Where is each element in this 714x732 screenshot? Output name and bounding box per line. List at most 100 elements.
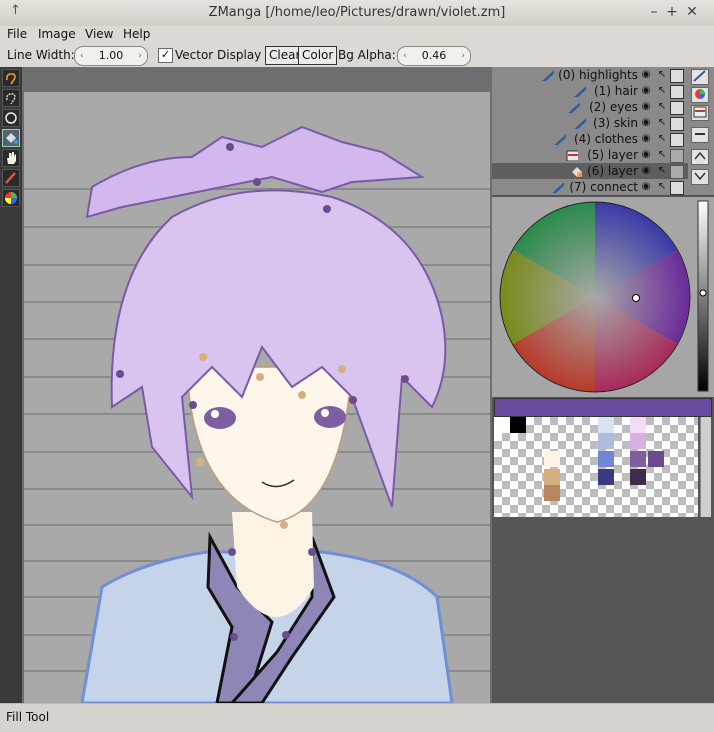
layer-row[interactable]: (3) skin ◉ ↖ — [492, 115, 688, 131]
cursor-icon[interactable]: ↖ — [656, 69, 668, 81]
cursor-icon[interactable]: ↖ — [656, 85, 668, 97]
bg-alpha-spinner[interactable]: ‹ 0.46 › — [397, 46, 471, 66]
layer-row[interactable]: (7) connect ◉ ↖ — [492, 179, 688, 195]
eye-icon[interactable]: ◉ — [640, 133, 652, 145]
eye-icon[interactable]: ◉ — [640, 85, 652, 97]
line-width-value[interactable]: 1.00 — [99, 49, 124, 62]
lock-icon[interactable] — [670, 69, 684, 83]
color-wheel[interactable] — [492, 197, 714, 397]
layer-label: (5) layer — [587, 148, 638, 162]
lock-icon[interactable] — [670, 117, 684, 131]
layer-label: (4) clothes — [573, 132, 638, 146]
eye-icon[interactable]: ◉ — [640, 165, 652, 177]
menu-view[interactable]: View — [85, 27, 113, 41]
layer-row-selected[interactable]: (6) layer ◉ ↖ — [492, 163, 688, 179]
spin-right-icon[interactable]: › — [461, 47, 465, 65]
palette-swatch[interactable] — [544, 485, 560, 501]
hand-tool[interactable] — [2, 149, 20, 167]
layer-row[interactable]: (1) hair ◉ ↖ — [492, 83, 688, 99]
cursor-icon[interactable]: ↖ — [656, 149, 668, 161]
spin-right-icon[interactable]: › — [138, 47, 142, 65]
maximize-icon[interactable]: + — [664, 4, 680, 20]
drawing-canvas[interactable] — [22, 67, 492, 703]
minimize-icon[interactable]: – — [646, 4, 662, 20]
menu-help[interactable]: Help — [123, 27, 150, 41]
menu-file[interactable]: File — [7, 27, 27, 41]
brush-tool[interactable] — [2, 169, 20, 187]
eye-icon[interactable]: ◉ — [640, 101, 652, 113]
delete-layer-button[interactable] — [691, 127, 709, 143]
palette-swatch[interactable] — [630, 451, 646, 467]
lock-icon[interactable] — [670, 85, 684, 99]
lock-icon[interactable] — [670, 181, 684, 195]
palette-swatch[interactable] — [494, 417, 510, 433]
brush-icon — [554, 134, 566, 145]
new-fill-layer-button[interactable] — [691, 87, 709, 103]
move-layer-up-button[interactable] — [691, 149, 709, 165]
color-picker — [492, 197, 714, 397]
bg-alpha-value[interactable]: 0.46 — [422, 49, 447, 62]
window-title: ZManga [/home/leo/Pictures/drawn/violet.… — [208, 5, 506, 20]
layer-label: (0) highlights — [558, 68, 638, 82]
new-vector-layer-button[interactable] — [691, 69, 709, 85]
layer-row[interactable]: (0) highlights ◉ ↖ — [492, 67, 688, 83]
palette-swatch[interactable] — [630, 469, 646, 485]
palette-swatch[interactable] — [544, 451, 560, 467]
palette-swatch[interactable] — [630, 417, 646, 433]
ellipse-tool[interactable] — [2, 109, 20, 127]
layer-row[interactable]: (2) eyes ◉ ↖ — [492, 99, 688, 115]
lock-icon[interactable] — [670, 133, 684, 147]
palette-swatch[interactable] — [598, 469, 614, 485]
minus-icon — [695, 133, 705, 135]
title-bar: ↑ ZManga [/home/leo/Pictures/drawn/viole… — [0, 0, 714, 27]
vector-display-label: Vector Display — [175, 48, 262, 62]
move-layer-down-button[interactable] — [691, 169, 709, 185]
cursor-icon[interactable]: ↖ — [656, 101, 668, 113]
new-image-layer-button[interactable] — [691, 105, 709, 121]
palette-swatch[interactable] — [598, 417, 614, 433]
layer-label: (3) skin — [593, 116, 638, 130]
eye-icon[interactable]: ◉ — [640, 149, 652, 161]
color-button[interactable]: Color — [298, 46, 338, 65]
lasso-tool[interactable] — [2, 69, 20, 87]
line-width-spinner[interactable]: ‹ 1.00 › — [74, 46, 148, 66]
lock-icon[interactable] — [670, 149, 684, 163]
lock-icon[interactable] — [670, 165, 684, 179]
cursor-icon[interactable]: ↖ — [656, 181, 668, 193]
palette-swatch[interactable] — [510, 417, 526, 433]
vector-display-checkbox[interactable]: ✓ — [158, 48, 173, 63]
eye-icon[interactable]: ◉ — [640, 181, 652, 193]
current-color-swatch[interactable] — [494, 398, 712, 417]
layer-label: (7) connect — [569, 180, 638, 194]
menu-bar: File Image View Help — [0, 26, 714, 46]
fill-tool[interactable] — [2, 129, 20, 147]
brush-icon — [574, 86, 586, 97]
palette-swatch[interactable] — [648, 451, 664, 467]
palette-swatch[interactable] — [630, 433, 646, 449]
layer-row[interactable]: (4) clothes ◉ ↖ — [492, 131, 688, 147]
layer-row[interactable]: (5) layer ◉ ↖ — [492, 147, 688, 163]
right-panel: (0) highlights ◉ ↖ (1) hair ◉ ↖ (2) eyes… — [492, 67, 714, 703]
close-icon[interactable]: ✕ — [684, 4, 700, 20]
lock-icon[interactable] — [670, 101, 684, 115]
palette-swatch[interactable] — [544, 469, 560, 485]
menu-image[interactable]: Image — [38, 27, 76, 41]
palette-swatch[interactable] — [598, 433, 614, 449]
brush-icon — [542, 70, 554, 81]
status-text: Fill Tool — [6, 710, 50, 724]
layer-list: (0) highlights ◉ ↖ (1) hair ◉ ↖ (2) eyes… — [492, 67, 688, 195]
arrow-down-icon — [694, 172, 706, 181]
lasso-select-tool[interactable] — [2, 89, 20, 107]
spin-left-icon[interactable]: ‹ — [403, 47, 407, 65]
color-wheel-tool[interactable] — [2, 189, 20, 207]
color-palette[interactable] — [494, 417, 698, 517]
cursor-icon[interactable]: ↖ — [656, 165, 668, 177]
palette-swatch[interactable] — [598, 451, 614, 467]
eye-icon[interactable]: ◉ — [640, 69, 652, 81]
spin-left-icon[interactable]: ‹ — [80, 47, 84, 65]
cursor-icon[interactable]: ↖ — [656, 133, 668, 145]
eye-icon[interactable]: ◉ — [640, 117, 652, 129]
cursor-icon[interactable]: ↖ — [656, 117, 668, 129]
palette-scrollbar[interactable] — [700, 417, 711, 517]
image-icon — [693, 106, 707, 118]
